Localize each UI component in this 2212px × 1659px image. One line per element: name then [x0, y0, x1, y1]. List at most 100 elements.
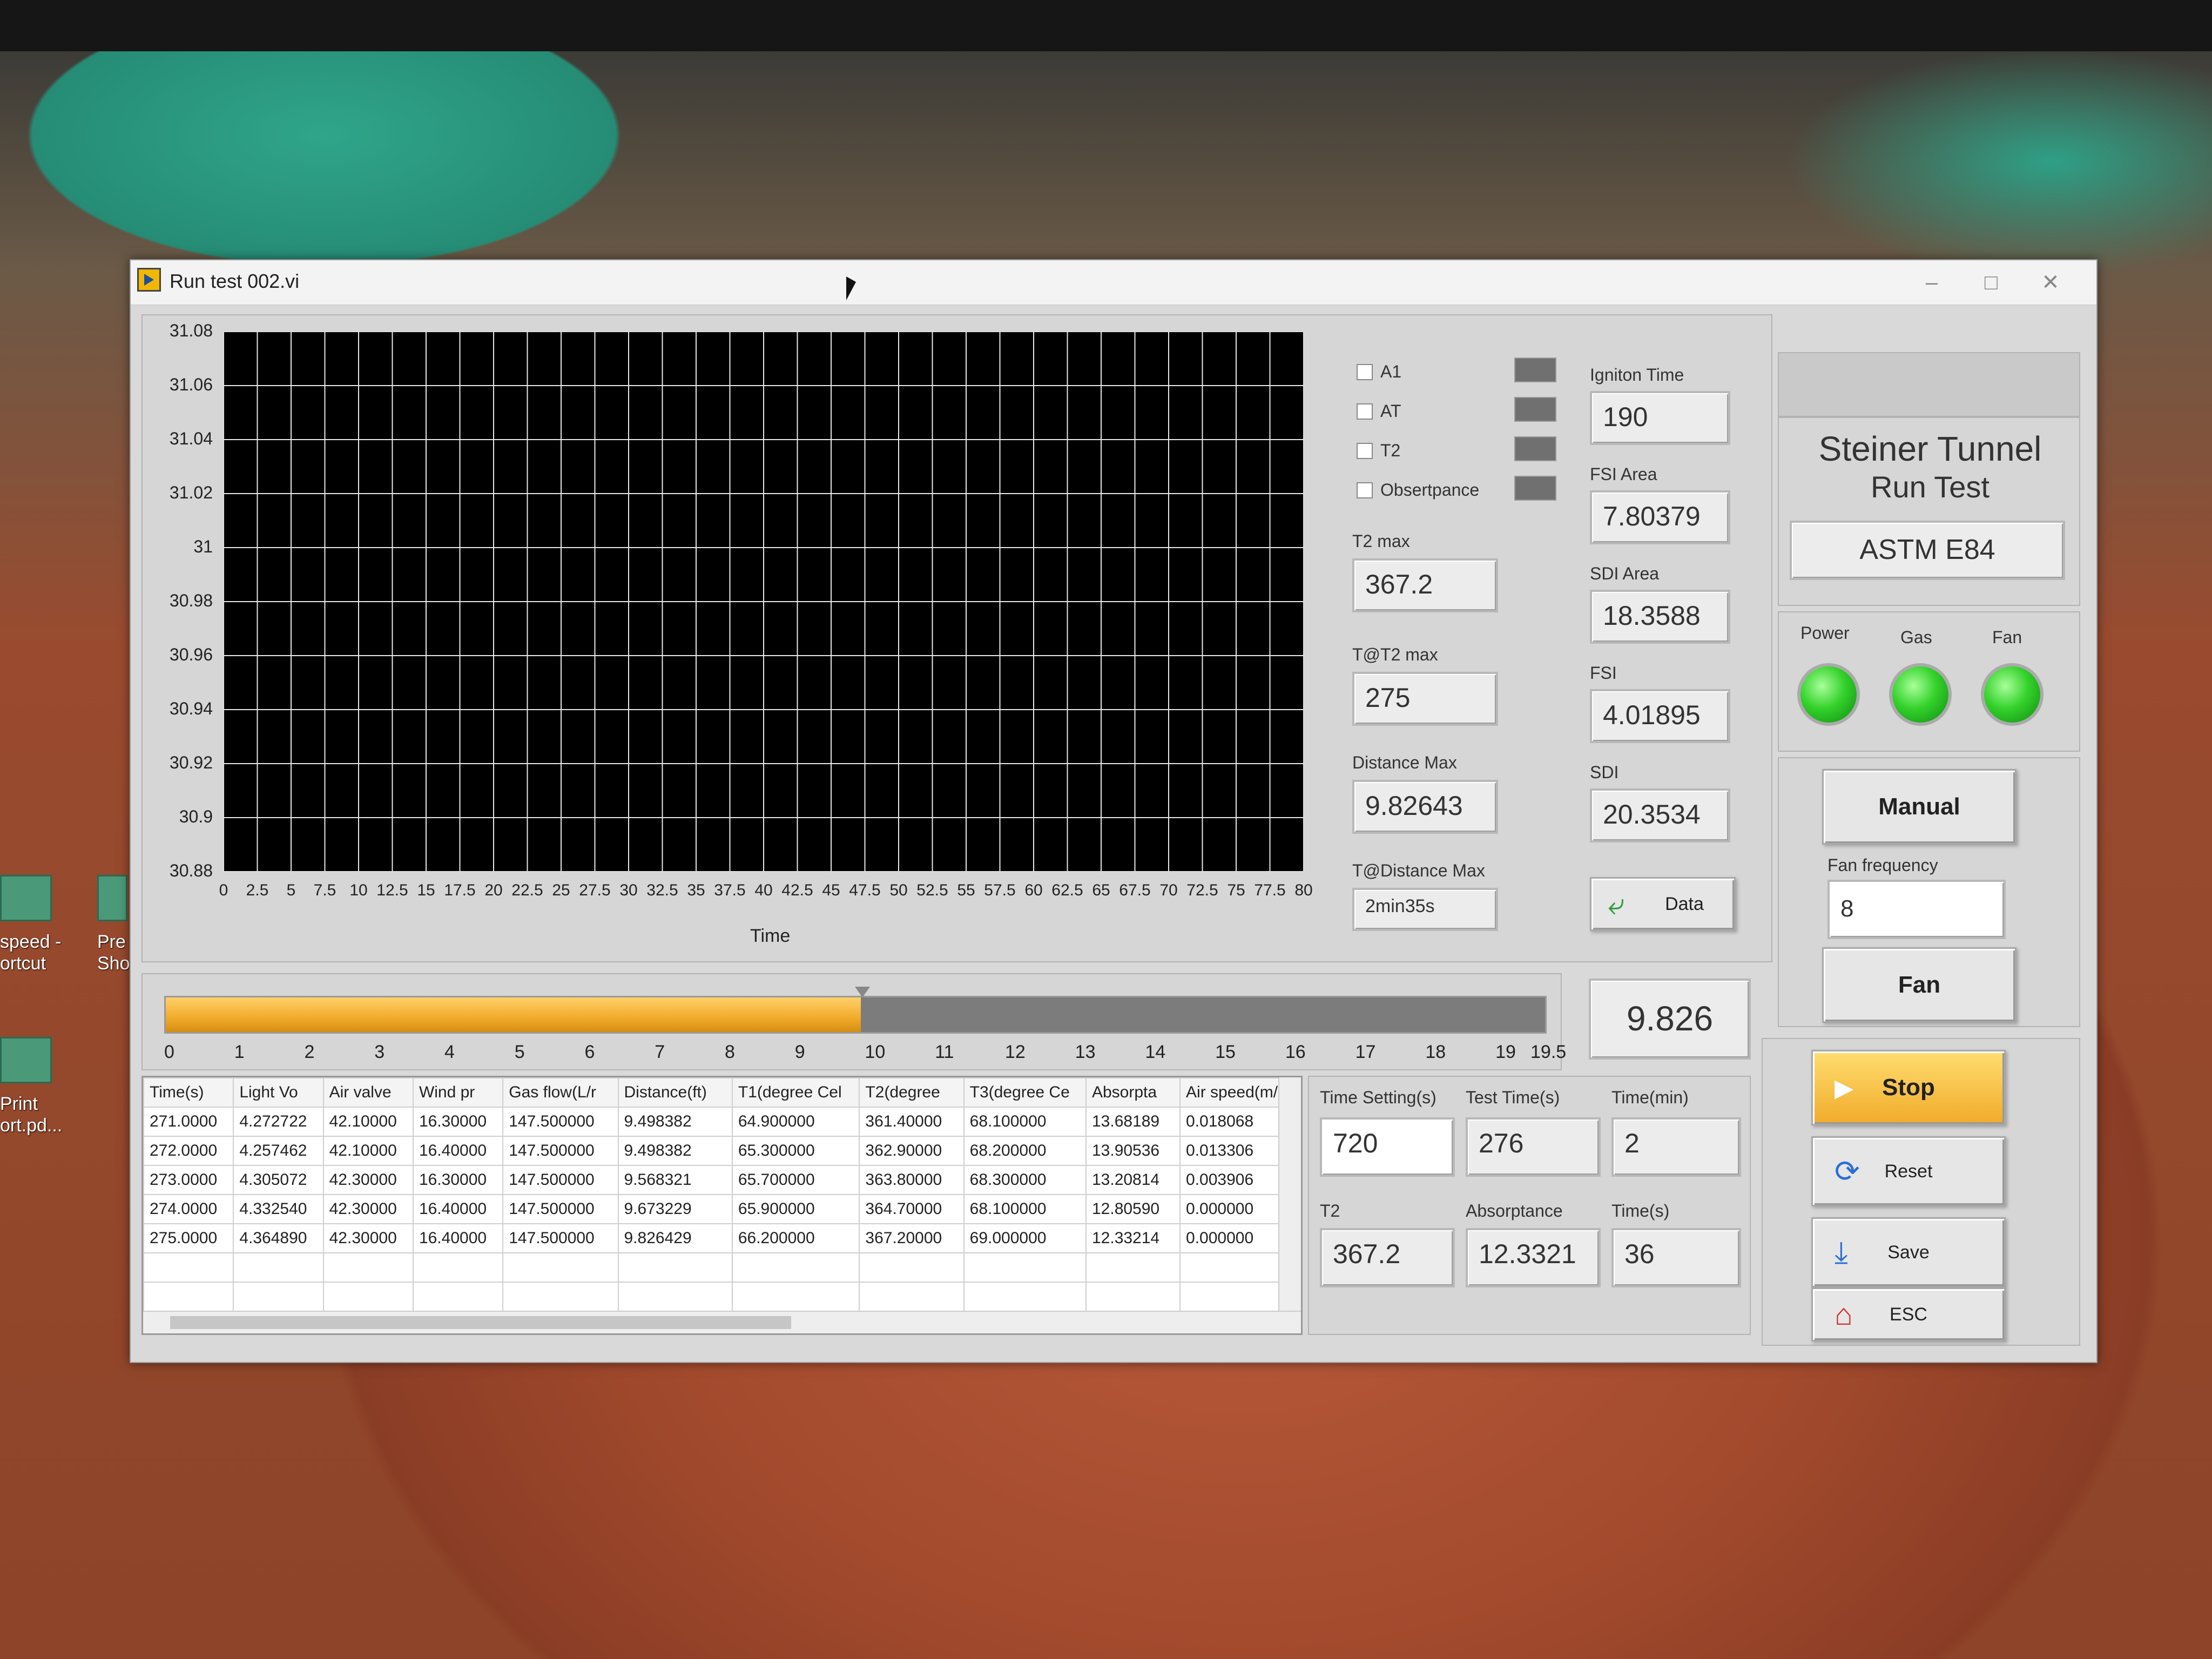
table-cell[interactable]: 16.40000 — [412, 1223, 504, 1253]
table-cell[interactable]: 147.500000 — [502, 1107, 619, 1137]
table-row-empty[interactable] — [143, 1282, 1301, 1312]
table-cell[interactable] — [412, 1282, 504, 1312]
table-cell[interactable]: 147.500000 — [502, 1136, 619, 1166]
title-bar[interactable]: Run test 002.vi – □ ✕ — [131, 260, 2096, 305]
table-cell[interactable]: 42.30000 — [322, 1194, 414, 1224]
horizontal-scrollbar[interactable] — [143, 1311, 1301, 1333]
table-cell[interactable] — [731, 1282, 860, 1312]
table-cell[interactable]: 4.305072 — [233, 1165, 324, 1195]
table-cell[interactable]: 147.500000 — [502, 1194, 619, 1224]
table-cell[interactable]: 64.900000 — [731, 1107, 860, 1137]
table-cell[interactable] — [963, 1252, 1087, 1283]
table-cell[interactable]: 367.20000 — [859, 1223, 965, 1253]
table-cell[interactable] — [322, 1252, 414, 1283]
table-cell[interactable]: 13.90536 — [1085, 1136, 1181, 1166]
table-cell[interactable]: 361.40000 — [859, 1107, 965, 1137]
legend-plot-style-at[interactable] — [1514, 397, 1556, 422]
table-row[interactable]: 274.0000 4.332540 42.30000 16.40000 147.5000… — [143, 1194, 1301, 1224]
table-row[interactable]: 271.0000 4.272722 42.10000 16.30000 147.5000… — [143, 1107, 1301, 1137]
table-cell[interactable]: 274.0000 — [143, 1194, 234, 1224]
table-cell[interactable]: 42.30000 — [322, 1223, 414, 1253]
table-cell[interactable]: 364.70000 — [859, 1194, 965, 1224]
column-header[interactable]: Absorpta — [1085, 1077, 1181, 1108]
table-cell[interactable]: 68.200000 — [963, 1136, 1087, 1166]
distance-slider[interactable] — [164, 987, 1547, 1034]
table-cell[interactable]: 4.332540 — [233, 1194, 324, 1224]
table-row[interactable]: 272.0000 4.257462 42.10000 16.40000 147.5000… — [143, 1136, 1301, 1166]
table-cell[interactable] — [617, 1282, 733, 1312]
table-cell[interactable] — [233, 1252, 324, 1283]
data-button[interactable]: ⤶ Data — [1590, 877, 1736, 931]
table-cell[interactable]: 16.40000 — [412, 1136, 504, 1166]
table-cell[interactable]: 9.568321 — [617, 1165, 733, 1195]
table-cell[interactable]: 68.100000 — [963, 1107, 1087, 1137]
fan-button[interactable]: Fan — [1822, 947, 2017, 1023]
table-cell[interactable] — [1085, 1252, 1181, 1283]
column-header[interactable]: Air valve — [322, 1077, 414, 1108]
table-cell[interactable] — [502, 1282, 619, 1312]
stop-button[interactable]: ▶ Stop — [1811, 1050, 2006, 1125]
save-button[interactable]: ⤓ Save — [1811, 1217, 2006, 1287]
table-cell[interactable]: 147.500000 — [502, 1165, 619, 1195]
legend-plot-style-obsertpance[interactable] — [1514, 476, 1556, 501]
table-cell[interactable] — [1085, 1282, 1181, 1312]
table-cell[interactable] — [233, 1282, 324, 1312]
table-cell[interactable]: 68.300000 — [963, 1165, 1087, 1195]
esc-button[interactable]: ⌂ ESC — [1811, 1287, 2006, 1341]
table-cell[interactable]: 9.673229 — [617, 1194, 733, 1224]
table-cell[interactable]: 362.90000 — [859, 1136, 965, 1166]
table-cell[interactable]: 65.900000 — [731, 1194, 860, 1224]
table-cell[interactable]: 68.100000 — [963, 1194, 1087, 1224]
table-cell[interactable] — [143, 1252, 234, 1283]
table-cell[interactable]: 9.498382 — [617, 1136, 733, 1166]
table-cell[interactable]: 69.000000 — [963, 1223, 1087, 1253]
close-button[interactable]: ✕ — [2026, 268, 2075, 297]
table-cell[interactable]: 12.80590 — [1085, 1194, 1181, 1224]
data-table[interactable]: Time(s) Light Vo Air valve Wind pr Gas flow(… — [141, 1076, 1303, 1335]
fan-frequency-input[interactable]: 8 — [1827, 880, 2006, 939]
table-cell[interactable]: 4.257462 — [233, 1136, 324, 1166]
slider-thumb[interactable] — [854, 987, 870, 997]
table-cell[interactable]: 65.300000 — [731, 1136, 860, 1166]
column-header[interactable]: Light Vo — [233, 1077, 324, 1108]
table-row[interactable]: 275.0000 4.364890 42.30000 16.40000 147.5000… — [143, 1223, 1301, 1253]
column-header[interactable]: T2(degree — [859, 1077, 965, 1108]
table-cell[interactable]: 16.30000 — [412, 1107, 504, 1137]
table-cell[interactable]: 12.33214 — [1085, 1223, 1181, 1253]
legend-plot-style-a1[interactable] — [1514, 358, 1556, 382]
table-cell[interactable]: 16.30000 — [412, 1165, 504, 1195]
table-row-empty[interactable] — [143, 1252, 1301, 1283]
table-cell[interactable] — [859, 1282, 965, 1312]
table-cell[interactable]: 4.272722 — [233, 1107, 324, 1137]
table-cell[interactable]: 42.10000 — [322, 1107, 414, 1137]
table-cell[interactable] — [859, 1252, 965, 1283]
table-cell[interactable]: 13.68189 — [1085, 1107, 1181, 1137]
table-cell[interactable]: 4.364890 — [233, 1223, 324, 1253]
table-cell[interactable]: 363.80000 — [859, 1165, 965, 1195]
manual-button[interactable]: Manual — [1822, 769, 2017, 845]
table-cell[interactable] — [731, 1252, 860, 1283]
table-cell[interactable]: 42.10000 — [322, 1136, 414, 1166]
table-cell[interactable]: 16.40000 — [412, 1194, 504, 1224]
checkbox-at[interactable] — [1357, 403, 1373, 420]
minimize-button[interactable]: – — [1907, 268, 1956, 297]
column-header[interactable]: Wind pr — [412, 1077, 504, 1108]
column-header[interactable]: T1(degree Cel — [731, 1077, 860, 1108]
column-header[interactable]: Distance(ft) — [617, 1077, 733, 1108]
vertical-scrollbar[interactable] — [1278, 1077, 1301, 1333]
desktop-icon-print-shortcut[interactable]: Print ort.pd... — [0, 1037, 124, 1166]
table-cell[interactable] — [963, 1282, 1087, 1312]
column-header[interactable]: T3(degree Ce — [963, 1077, 1087, 1108]
column-header[interactable]: Time(s) — [143, 1077, 234, 1108]
legend-plot-style-t2[interactable] — [1514, 436, 1556, 461]
table-cell[interactable]: 9.826429 — [617, 1223, 733, 1253]
table-cell[interactable]: 9.498382 — [617, 1107, 733, 1137]
scrollbar-thumb[interactable] — [170, 1316, 791, 1329]
checkbox-t2[interactable] — [1357, 443, 1373, 459]
checkbox-a1[interactable] — [1357, 364, 1373, 380]
maximize-button[interactable]: □ — [1967, 268, 2015, 297]
table-cell[interactable]: 13.20814 — [1085, 1165, 1181, 1195]
table-cell[interactable]: 65.700000 — [731, 1165, 860, 1195]
column-header[interactable]: Gas flow(L/r — [502, 1077, 619, 1108]
table-cell[interactable]: 147.500000 — [502, 1223, 619, 1253]
